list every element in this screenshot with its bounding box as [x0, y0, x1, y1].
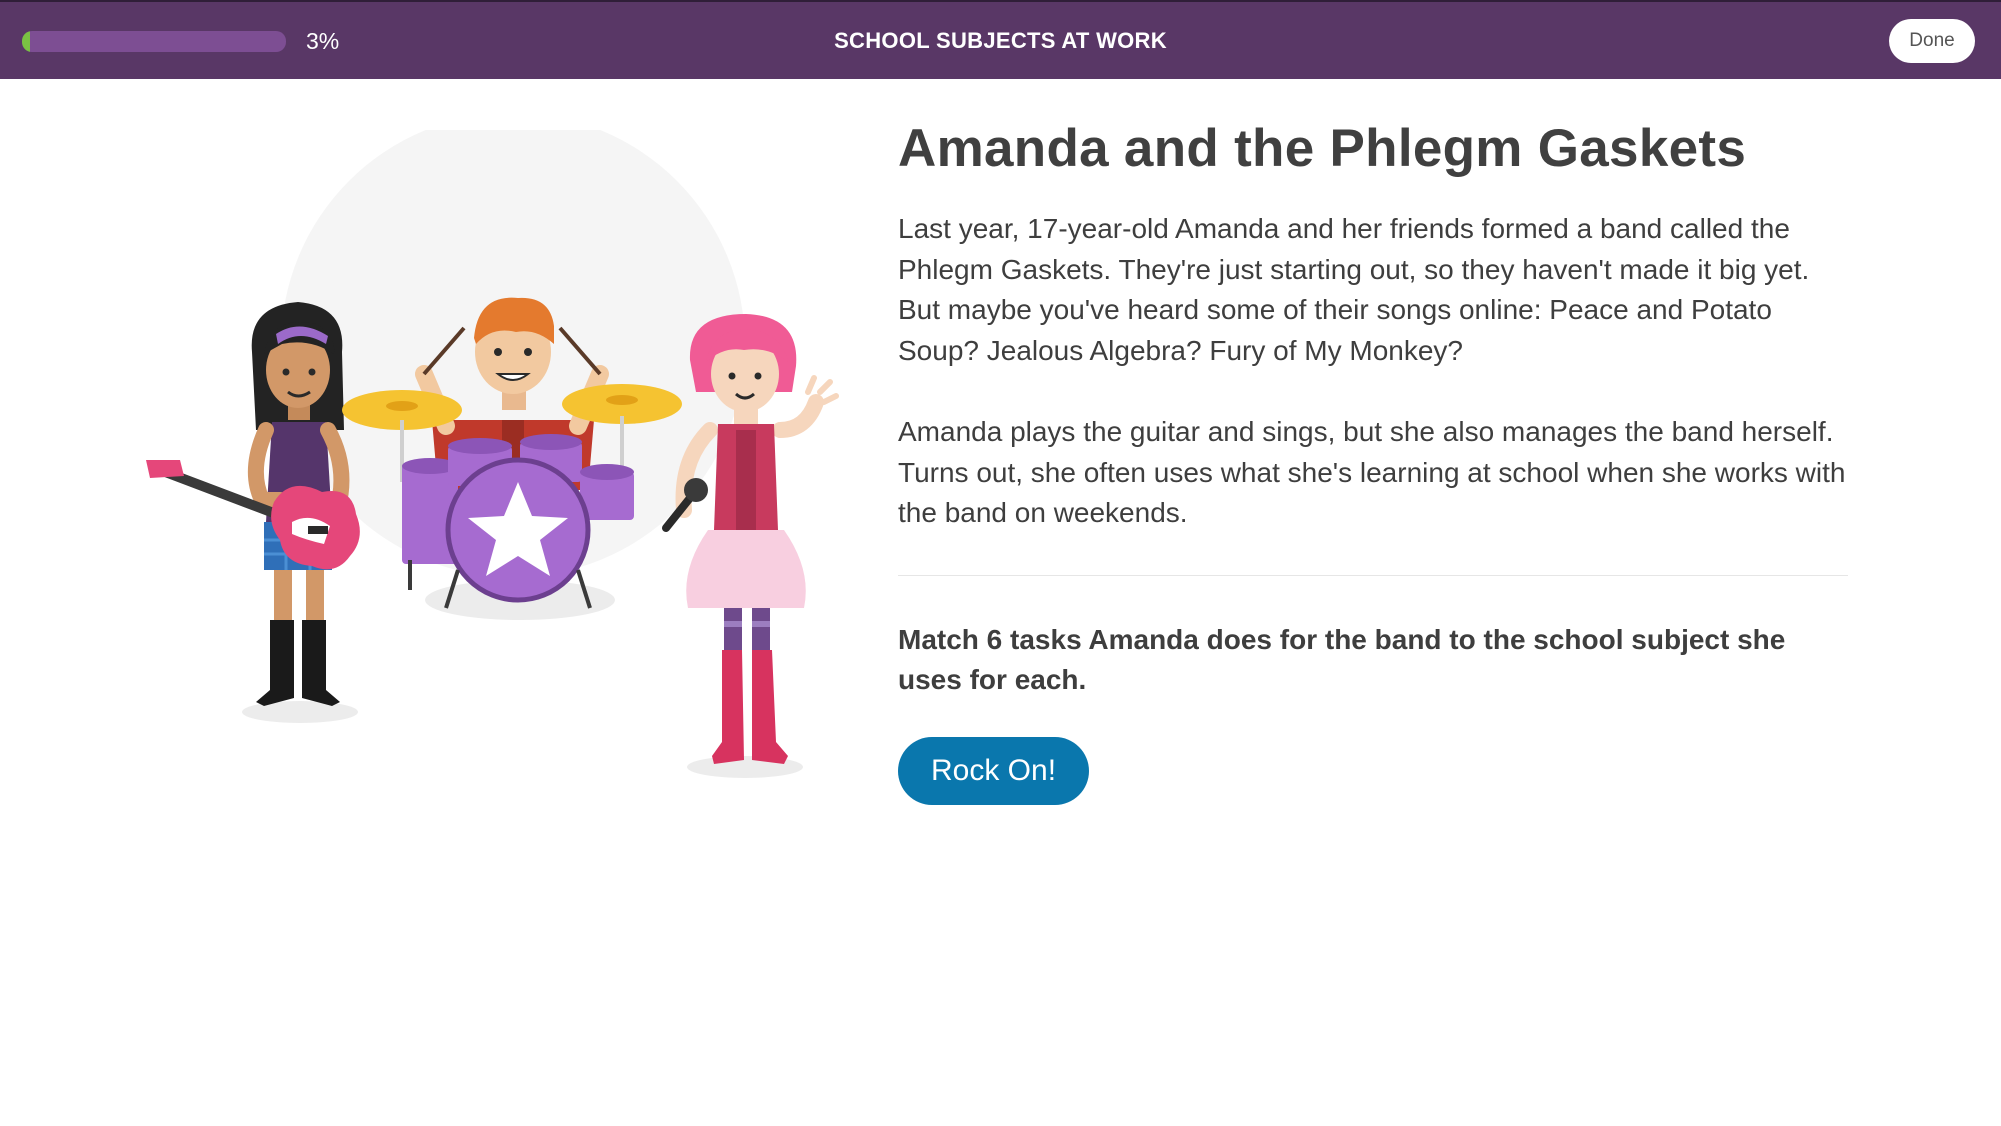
- top-bar: 3% SCHOOL SUBJECTS AT WORK Done: [0, 0, 2001, 79]
- done-button[interactable]: Done: [1889, 19, 1975, 63]
- divider: [898, 574, 1848, 576]
- band-illustration: [140, 113, 840, 790]
- instruction-text: Match 6 tasks Amanda does for the band t…: [898, 623, 1786, 696]
- lesson-content: Amanda and the Phlegm Gaskets Last year,…: [898, 118, 1848, 805]
- context-paragraph: Amanda plays the guitar and sings, but s…: [898, 416, 1846, 528]
- rock-on-button[interactable]: Rock On!: [898, 736, 1090, 805]
- lesson-title: Amanda and the Phlegm Gaskets: [898, 119, 1747, 178]
- intro-paragraph: Last year, 17-year-old Amanda and her fr…: [898, 213, 1810, 366]
- activity-title: SCHOOL SUBJECTS AT WORK: [834, 28, 1167, 53]
- guitarist-figure: [146, 302, 360, 706]
- band-illustration-svg: [146, 113, 839, 778]
